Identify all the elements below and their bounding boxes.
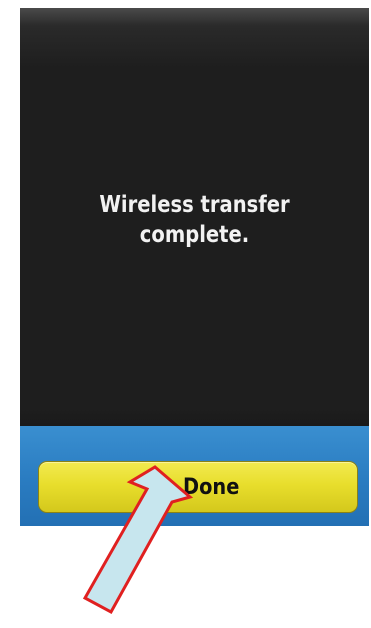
done-button-label: Done: [183, 474, 240, 500]
status-message-line-1: Wireless transfer: [99, 192, 290, 218]
status-message: Wireless transfer complete.: [46, 190, 343, 250]
device-page: Wireless transfer complete. Done: [0, 0, 371, 628]
status-message-line-2: complete.: [139, 222, 250, 248]
done-button[interactable]: Done: [38, 461, 358, 513]
